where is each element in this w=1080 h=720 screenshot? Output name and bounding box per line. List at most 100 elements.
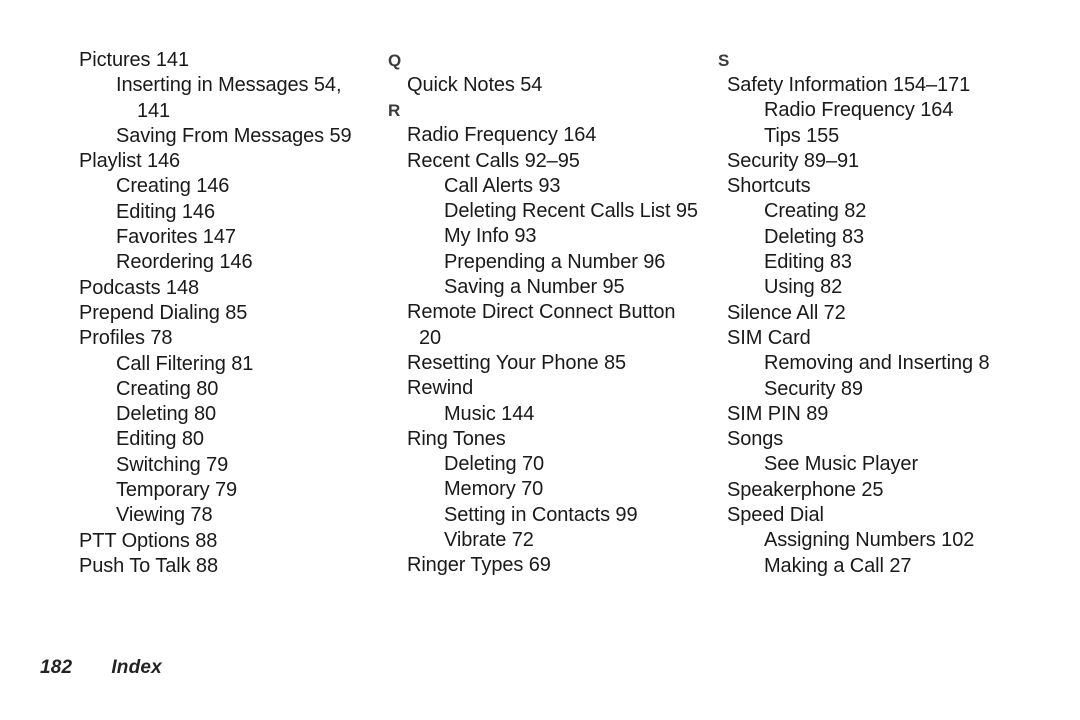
index-entry-text: SIM Card	[727, 326, 811, 349]
index-entry-text: Reordering 146	[116, 251, 253, 274]
index-entry: Saving From Messages 59	[116, 124, 384, 149]
index-entry-text: See Music Player	[764, 453, 919, 476]
index-entry: Deleting 83	[764, 225, 1068, 250]
index-entry-text: Pictures 141	[79, 49, 189, 71]
index-entry-text: SIM PIN 89	[727, 402, 829, 425]
index-entry-text: Security 89	[764, 377, 863, 400]
index-column-2: Q Quick Notes 54 R Radio Frequency 164 Recen…	[384, 48, 708, 579]
index-entry-text: Call Alerts 93	[444, 174, 561, 197]
index-entry: Silence All 72	[727, 301, 1068, 326]
index-entry-text: Saving From Messages 59	[116, 124, 352, 147]
index-entry-text: Safety Information 154–171	[727, 74, 971, 96]
index-entry: Resetting Your Phone 85	[407, 351, 708, 376]
index-entry: Call Alerts 93	[444, 174, 708, 199]
index-entry: Editing 80	[116, 427, 384, 452]
index-entry: Speed Dial	[727, 503, 1068, 528]
index-entry-text: Songs	[727, 428, 784, 451]
index-entry: Remote Direct Connect Button 20	[407, 300, 708, 351]
index-entry-text: Inserting in Messages 54,	[116, 74, 342, 97]
index-entry-text: Music 144	[444, 402, 535, 425]
index-entry: Editing 83	[764, 250, 1068, 275]
index-entry-text: Resetting Your Phone 85	[407, 351, 626, 374]
index-entry-text: Editing 80	[116, 428, 204, 451]
index-entry: Deleting Recent Calls List 95	[444, 199, 708, 224]
index-entry: Prepend Dialing 85	[79, 301, 384, 326]
footer-label: Index	[111, 657, 162, 678]
index-entry: Saving a Number 95	[444, 275, 708, 300]
index-entry-text: Speed Dial	[727, 504, 824, 527]
index-entry: My Info 93	[444, 224, 708, 249]
index-entry-text: Profiles 78	[79, 327, 173, 350]
index-page: Pictures 141 Inserting in Messages 54, 141…	[0, 0, 1080, 720]
index-entry-text: Creating 80	[116, 377, 219, 400]
index-entry: Speakerphone 25	[727, 478, 1068, 503]
index-entry-text: Recent Calls 92–95	[407, 149, 580, 172]
index-entry-text: Favorites 147	[116, 226, 236, 249]
index-entry-text: Memory 70	[444, 478, 544, 501]
index-entry: Editing 146	[116, 200, 384, 225]
index-entry: Ringer Types 69	[407, 553, 708, 578]
index-entry-text: Deleting 80	[116, 403, 217, 426]
index-entry-text: Creating 82	[764, 200, 867, 223]
index-entry-text: Temporary 79	[116, 479, 238, 502]
index-entry: Radio Frequency 164	[407, 123, 708, 148]
index-entry-text: Deleting 83	[764, 225, 865, 248]
index-entry: SIM Card	[727, 326, 1068, 351]
index-entry-text: Quick Notes 54	[407, 74, 543, 96]
index-entry: Tips 155	[764, 124, 1068, 149]
index-entry: Memory 70	[444, 477, 708, 502]
index-entry-text: My Info 93	[444, 225, 537, 248]
index-entry: Quick Notes 54	[407, 73, 708, 98]
index-entry-text: Silence All 72	[727, 301, 846, 324]
index-entry-text: PTT Options 88	[79, 529, 218, 552]
index-entry-text: Editing 83	[764, 251, 852, 274]
index-entry-text: Creating 146	[116, 175, 230, 198]
index-entry-text: Viewing 78	[116, 504, 213, 527]
index-entry: Creating 82	[764, 199, 1068, 224]
index-entry-text: Push To Talk 88	[79, 554, 218, 577]
index-entry: Profiles 78	[79, 326, 384, 351]
index-entry: Creating 146	[116, 174, 384, 199]
index-entry-text: Deleting 70	[444, 453, 545, 476]
index-entry: Reordering 146	[116, 250, 384, 275]
index-entry: Push To Talk 88	[79, 554, 384, 579]
index-entry-text: Removing and Inserting 8	[764, 352, 990, 375]
section-letter: S	[718, 51, 730, 70]
index-entry: Radio Frequency 164	[764, 98, 1068, 123]
page-footer: 182 Index	[40, 657, 162, 679]
index-entry: Prepending a Number 96	[444, 250, 708, 275]
index-entry: Favorites 147	[116, 225, 384, 250]
index-entry: Call Filtering 81	[116, 352, 384, 377]
index-entry-text: Radio Frequency 164	[764, 99, 954, 122]
index-entry-text: Tips 155	[764, 124, 840, 147]
index-entry-text: Radio Frequency 164	[407, 124, 597, 147]
index-entry-text: Playlist 146	[79, 150, 181, 173]
index-entry-wrap: 20	[419, 326, 442, 349]
index-entry: Safety Information 154–171	[727, 73, 1068, 98]
index-entry: Vibrate 72	[444, 528, 708, 553]
index-columns: Pictures 141 Inserting in Messages 54, 141…	[0, 48, 1080, 579]
index-column-3: S Safety Information 154–171 Radio Frequen…	[708, 48, 1068, 579]
index-entry: Podcasts 148	[79, 276, 384, 301]
index-entry: Rewind	[407, 376, 708, 401]
index-entry-text: Prepend Dialing 85	[79, 301, 248, 324]
index-entry: Songs	[727, 427, 1068, 452]
index-entry-wrap: 141	[137, 99, 171, 122]
index-entry-text: Setting in Contacts 99	[444, 503, 638, 526]
index-entry-text: Switching 79	[116, 453, 229, 476]
index-entry-text: Using 82	[764, 276, 843, 299]
index-entry: SIM PIN 89	[727, 402, 1068, 427]
index-entry-text: Rewind	[407, 377, 474, 400]
index-entry-text: Saving a Number 95	[444, 276, 625, 299]
index-entry-text: Prepending a Number 96	[444, 250, 666, 273]
index-entry-text: Speakerphone 25	[727, 478, 884, 501]
index-entry-text: Assigning Numbers 102	[764, 529, 975, 552]
index-column-1: Pictures 141 Inserting in Messages 54, 141…	[0, 48, 384, 579]
index-entry: Music 144	[444, 402, 708, 427]
index-entry: See Music Player	[764, 452, 1068, 477]
index-entry: Removing and Inserting 8	[764, 351, 1068, 376]
index-entry: Deleting 70	[444, 452, 708, 477]
index-entry-text: Shortcuts	[727, 175, 811, 198]
index-entry-text: Ring Tones	[407, 427, 506, 450]
index-entry: Using 82	[764, 275, 1068, 300]
